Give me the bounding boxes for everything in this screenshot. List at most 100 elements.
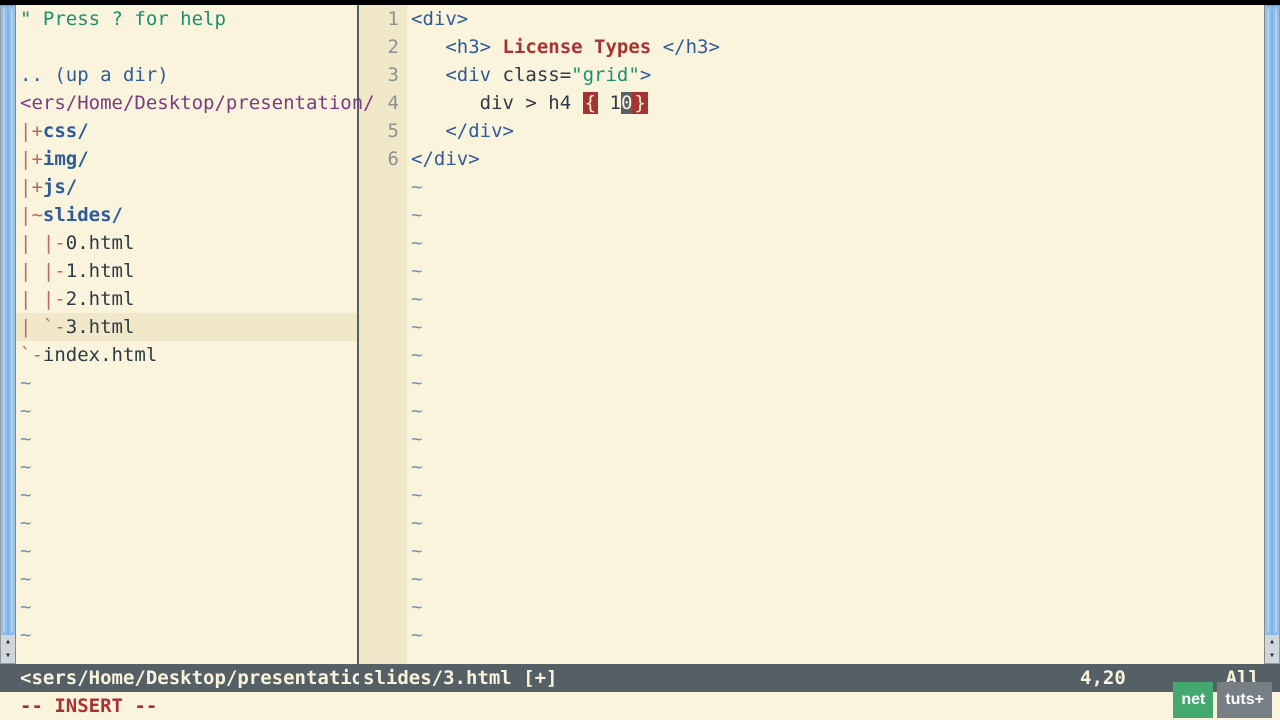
tree-item[interactable]: | |-2.html bbox=[16, 285, 357, 313]
code-token: </h3> bbox=[663, 36, 720, 58]
empty-line-tilde: ~ bbox=[411, 313, 1264, 341]
empty-line-tilde: ~ bbox=[16, 369, 357, 397]
status-area: <sers/Home/Desktop/presentation slides/3… bbox=[0, 664, 1280, 720]
empty-line-tilde: ~ bbox=[411, 593, 1264, 621]
empty-line-tilde: ~ bbox=[16, 537, 357, 565]
split-panes: " Press ? for help .. (up a dir) <ers/Ho… bbox=[16, 5, 1264, 664]
code-token bbox=[411, 36, 445, 58]
empty-line-tilde: ~ bbox=[16, 481, 357, 509]
code-token bbox=[411, 64, 445, 86]
tree-dir-label: img/ bbox=[43, 148, 89, 170]
code-pane[interactable]: 123456 <div> <h3> License Types </h3> <d… bbox=[359, 5, 1264, 664]
scrollbar-right[interactable]: ▴ ▾ bbox=[1264, 5, 1280, 664]
tree-branch-icon: | |- bbox=[20, 232, 66, 254]
nerdtree-pane[interactable]: " Press ? for help .. (up a dir) <ers/Ho… bbox=[16, 5, 359, 664]
empty-line-tilde: ~ bbox=[411, 369, 1264, 397]
scroll-down-icon[interactable]: ▾ bbox=[1, 649, 15, 663]
empty-line-tilde: ~ bbox=[411, 341, 1264, 369]
tree-branch-icon: |+ bbox=[20, 148, 43, 170]
tree-file-label: 0.html bbox=[66, 232, 135, 254]
nerdtree-updir[interactable]: .. (up a dir) bbox=[16, 61, 357, 89]
logo-net: net bbox=[1173, 682, 1213, 718]
scroll-down-icon[interactable]: ▾ bbox=[1265, 649, 1279, 663]
empty-line-tilde: ~ bbox=[16, 593, 357, 621]
empty-line-tilde: ~ bbox=[411, 621, 1264, 649]
line-number: 5 bbox=[359, 117, 399, 145]
code-token: <div bbox=[445, 64, 502, 86]
code-token: 0 bbox=[621, 92, 632, 114]
mode-line: -- INSERT -- bbox=[0, 692, 1280, 720]
empty-line-tilde: ~ bbox=[16, 453, 357, 481]
tree-branch-icon: | |- bbox=[20, 260, 66, 282]
code-text[interactable]: <div> <h3> License Types </h3> <div clas… bbox=[407, 5, 1264, 664]
empty-line-tilde: ~ bbox=[411, 173, 1264, 201]
blank-line bbox=[16, 33, 357, 61]
status-line: <sers/Home/Desktop/presentation slides/3… bbox=[0, 664, 1280, 692]
code-token: License Types bbox=[491, 36, 663, 58]
line-number: 2 bbox=[359, 33, 399, 61]
empty-line-tilde: ~ bbox=[411, 481, 1264, 509]
tree-file-label: index.html bbox=[43, 344, 157, 366]
vim-mode: -- INSERT -- bbox=[20, 692, 157, 720]
code-line[interactable]: div > h4 { 10} bbox=[411, 89, 1264, 117]
empty-line-tilde: ~ bbox=[411, 201, 1264, 229]
editor-area: ▴ ▾ " Press ? for help .. (up a dir) <er… bbox=[0, 5, 1280, 664]
scroll-track[interactable] bbox=[1, 6, 15, 635]
tree-item[interactable]: |+css/ bbox=[16, 117, 357, 145]
code-line[interactable]: <div> bbox=[411, 5, 1264, 33]
empty-line-tilde: ~ bbox=[411, 229, 1264, 257]
tree-file-label: 2.html bbox=[66, 288, 135, 310]
tree-item[interactable]: |+js/ bbox=[16, 173, 357, 201]
empty-line-tilde: ~ bbox=[411, 257, 1264, 285]
scroll-track[interactable] bbox=[1265, 6, 1279, 635]
tree-dir-label: css/ bbox=[43, 120, 89, 142]
tree-item[interactable]: `-index.html bbox=[16, 341, 357, 369]
empty-line-tilde: ~ bbox=[411, 509, 1264, 537]
empty-line-tilde: ~ bbox=[411, 565, 1264, 593]
line-number: 1 bbox=[359, 5, 399, 33]
code-token: > bbox=[640, 64, 651, 86]
tree-item[interactable]: | |-0.html bbox=[16, 229, 357, 257]
code-line[interactable]: <h3> License Types </h3> bbox=[411, 33, 1264, 61]
empty-line-tilde: ~ bbox=[411, 397, 1264, 425]
tree-dir-label: slides/ bbox=[43, 204, 123, 226]
code-token: "grid" bbox=[571, 64, 640, 86]
code-token: div > h4 bbox=[411, 92, 583, 114]
code-line[interactable]: <div class="grid"> bbox=[411, 61, 1264, 89]
nerdtree-root-path[interactable]: <ers/Home/Desktop/presentation/ bbox=[16, 89, 357, 117]
tree-item[interactable]: |~slides/ bbox=[16, 201, 357, 229]
code-token: <h3> bbox=[445, 36, 491, 58]
code-token: 1 bbox=[598, 92, 621, 114]
empty-line-tilde: ~ bbox=[16, 565, 357, 593]
empty-line-tilde: ~ bbox=[16, 397, 357, 425]
tree-item[interactable]: | `-3.html bbox=[16, 313, 357, 341]
empty-line-tilde: ~ bbox=[16, 425, 357, 453]
empty-line-tilde: ~ bbox=[411, 453, 1264, 481]
code-token: } bbox=[632, 92, 647, 114]
tree-item[interactable]: |+img/ bbox=[16, 145, 357, 173]
code-token: <div> bbox=[411, 8, 468, 30]
code-token bbox=[411, 120, 445, 142]
code-line[interactable]: </div> bbox=[411, 117, 1264, 145]
empty-line-tilde: ~ bbox=[411, 285, 1264, 313]
nerdtree-help: " Press ? for help bbox=[16, 5, 357, 33]
tree-item[interactable]: | |-1.html bbox=[16, 257, 357, 285]
status-left-path: <sers/Home/Desktop/presentation bbox=[0, 664, 359, 692]
code-token: </div> bbox=[411, 148, 480, 170]
tree-branch-icon: | `- bbox=[20, 316, 66, 338]
scrollbar-left[interactable]: ▴ ▾ bbox=[0, 5, 16, 664]
line-number: 3 bbox=[359, 61, 399, 89]
code-line[interactable]: </div> bbox=[411, 145, 1264, 173]
tree-branch-icon: |~ bbox=[20, 204, 43, 226]
code-token: class= bbox=[503, 64, 572, 86]
tree-branch-icon: | |- bbox=[20, 288, 66, 310]
empty-line-tilde: ~ bbox=[411, 425, 1264, 453]
logo-tuts: tuts+ bbox=[1217, 682, 1272, 718]
tree-file-label: 1.html bbox=[66, 260, 135, 282]
tree-branch-icon: `- bbox=[20, 344, 43, 366]
empty-line-tilde: ~ bbox=[16, 621, 357, 649]
nettuts-logo: net tuts+ bbox=[1173, 682, 1272, 718]
tree-branch-icon: |+ bbox=[20, 176, 43, 198]
line-number: 6 bbox=[359, 145, 399, 173]
tree-branch-icon: |+ bbox=[20, 120, 43, 142]
